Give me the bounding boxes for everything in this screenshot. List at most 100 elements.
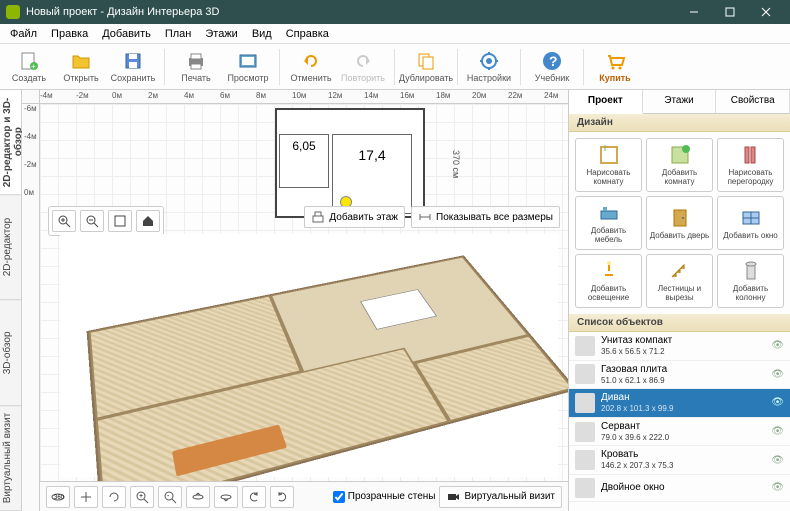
- object-item-2[interactable]: Диван202.8 x 101.3 x 99.9👁: [569, 389, 790, 418]
- zoom-out-3d-button[interactable]: -: [158, 486, 182, 508]
- visibility-icon[interactable]: 👁: [771, 455, 784, 466]
- preview-button[interactable]: Просмотр: [223, 46, 273, 88]
- object-item-3[interactable]: Сервант79.0 x 39.6 x 222.0👁: [569, 418, 790, 447]
- object-icon: [575, 393, 595, 413]
- design-btn-5[interactable]: Добавить окно: [717, 196, 784, 250]
- rotate-left-button[interactable]: [242, 486, 266, 508]
- svg-text:360: 360: [54, 495, 65, 501]
- design-btn-2[interactable]: Нарисовать перегородку: [717, 138, 784, 192]
- design-btn-3[interactable]: Добавить мебель: [575, 196, 642, 250]
- minimize-button[interactable]: [676, 0, 712, 24]
- visibility-icon[interactable]: 👁: [771, 340, 784, 351]
- tab-2d[interactable]: 2D-редактор: [0, 195, 21, 300]
- object-icon: [575, 478, 595, 498]
- orbit-button[interactable]: 360: [46, 486, 70, 508]
- svg-text:?: ?: [549, 53, 558, 69]
- design-btn-4[interactable]: Добавить дверь: [646, 196, 713, 250]
- dimension-label: 370 см: [451, 150, 461, 178]
- menu-help[interactable]: Справка: [280, 26, 335, 42]
- close-button[interactable]: [748, 0, 784, 24]
- undo-icon: [300, 50, 322, 72]
- object-icon: [575, 336, 595, 356]
- zoom-in-button[interactable]: [52, 210, 76, 232]
- app-icon: [6, 5, 20, 19]
- tab-floors[interactable]: Этажи: [643, 90, 717, 113]
- room-1[interactable]: 6,05: [279, 134, 329, 188]
- home-button[interactable]: [136, 210, 160, 232]
- design-buttons: Нарисовать комнатуДобавить комнатуНарисо…: [569, 132, 790, 314]
- print-button[interactable]: Печать: [171, 46, 221, 88]
- svg-text:-: -: [167, 493, 170, 500]
- right-panel: Проект Этажи Свойства Дизайн Нарисовать …: [568, 90, 790, 511]
- pan-button[interactable]: [74, 486, 98, 508]
- horizontal-ruler: -4м-2м0м2м4м6м8м10м12м14м16м18м20м22м24м: [40, 90, 568, 103]
- virtual-visit-button[interactable]: Виртуальный визит: [439, 486, 562, 508]
- rotate-right-button[interactable]: [270, 486, 294, 508]
- show-dims-button[interactable]: Показывать все размеры: [411, 206, 560, 228]
- floor-controls: Добавить этаж Показывать все размеры: [304, 206, 560, 228]
- tilt-up-button[interactable]: [186, 486, 210, 508]
- visibility-icon[interactable]: 👁: [771, 426, 784, 437]
- rotate-button[interactable]: [102, 486, 126, 508]
- settings-icon: [478, 50, 500, 72]
- settings-button[interactable]: Настройки: [464, 46, 514, 88]
- design-btn-7[interactable]: Лестницы и вырезы: [646, 254, 713, 308]
- zoom-out-button[interactable]: [80, 210, 104, 232]
- save-button[interactable]: Сохранить: [108, 46, 158, 88]
- object-item-0[interactable]: Унитаз компакт35.6 x 56.5 x 71.2👁: [569, 332, 790, 361]
- object-item-1[interactable]: Газовая плита51.0 x 62.1 x 86.9👁: [569, 361, 790, 390]
- menu-view[interactable]: Вид: [246, 26, 278, 42]
- visibility-icon[interactable]: 👁: [771, 369, 784, 380]
- preview-icon: [237, 50, 259, 72]
- design-btn-0[interactable]: Нарисовать комнату: [575, 138, 642, 192]
- tab-3d[interactable]: 3D-обзор: [0, 301, 21, 406]
- view-controls: [48, 206, 164, 236]
- buy-button[interactable]: Купить: [590, 46, 640, 88]
- object-icon: [575, 450, 595, 470]
- add-floor-button[interactable]: Добавить этаж: [304, 206, 405, 228]
- create-button[interactable]: +Создать: [4, 46, 54, 88]
- design-btn-1[interactable]: Добавить комнату: [646, 138, 713, 192]
- object-item-4[interactable]: Кровать146.2 x 207.3 x 75.3👁: [569, 446, 790, 475]
- design-btn-8[interactable]: Добавить колонну: [717, 254, 784, 308]
- tilt-down-button[interactable]: [214, 486, 238, 508]
- buy-icon: [604, 50, 626, 72]
- menu-floors[interactable]: Этажи: [199, 26, 243, 42]
- menu-plan[interactable]: План: [159, 26, 198, 42]
- maximize-button[interactable]: [712, 0, 748, 24]
- ruler-corner: [22, 90, 40, 103]
- object-icon: [575, 422, 595, 442]
- tab-2d-3d[interactable]: 2D-редактор и 3D-обзор: [0, 90, 21, 195]
- fit-button[interactable]: [108, 210, 132, 232]
- tutorial-button[interactable]: ?Учебник: [527, 46, 577, 88]
- tab-project[interactable]: Проект: [569, 90, 643, 114]
- visibility-icon[interactable]: 👁: [771, 397, 784, 408]
- undo-button[interactable]: Отменить: [286, 46, 336, 88]
- transparent-walls-checkbox[interactable]: Прозрачные стены: [333, 491, 436, 503]
- menu-file[interactable]: Файл: [4, 26, 43, 42]
- tab-properties[interactable]: Свойства: [716, 90, 790, 113]
- tab-virtual[interactable]: Виртуальный визит: [0, 406, 21, 511]
- zoom-in-3d-button[interactable]: +: [130, 486, 154, 508]
- objects-section-header: Список объектов: [569, 314, 790, 332]
- svg-text:+: +: [31, 62, 36, 71]
- canvas[interactable]: 6,05 17,4 370 см Добавить этаж Показыват…: [40, 104, 568, 511]
- object-icon: [575, 364, 595, 384]
- view-3d[interactable]: [60, 234, 558, 477]
- redo-button[interactable]: Повторить: [338, 46, 388, 88]
- left-tabs: 2D-редактор и 3D-обзор 2D-редактор 3D-об…: [0, 90, 22, 511]
- design-btn-6[interactable]: Добавить освещение: [575, 254, 642, 308]
- create-icon: +: [18, 50, 40, 72]
- menu-add[interactable]: Добавить: [96, 26, 157, 42]
- titlebar: Новый проект - Дизайн Интерьера 3D: [0, 0, 790, 24]
- canvas-area: -4м-2м0м2м4м6м8м10м12м14м16м18м20м22м24м…: [22, 90, 568, 511]
- open-icon: [70, 50, 92, 72]
- duplicate-button[interactable]: Дублировать: [401, 46, 451, 88]
- menubar: Файл Правка Добавить План Этажи Вид Спра…: [0, 24, 790, 44]
- menu-edit[interactable]: Правка: [45, 26, 94, 42]
- open-button[interactable]: Открыть: [56, 46, 106, 88]
- floor-3d: [87, 255, 568, 511]
- visibility-icon[interactable]: 👁: [771, 482, 784, 493]
- object-item-5[interactable]: Двойное окно👁: [569, 475, 790, 502]
- print-icon: [185, 50, 207, 72]
